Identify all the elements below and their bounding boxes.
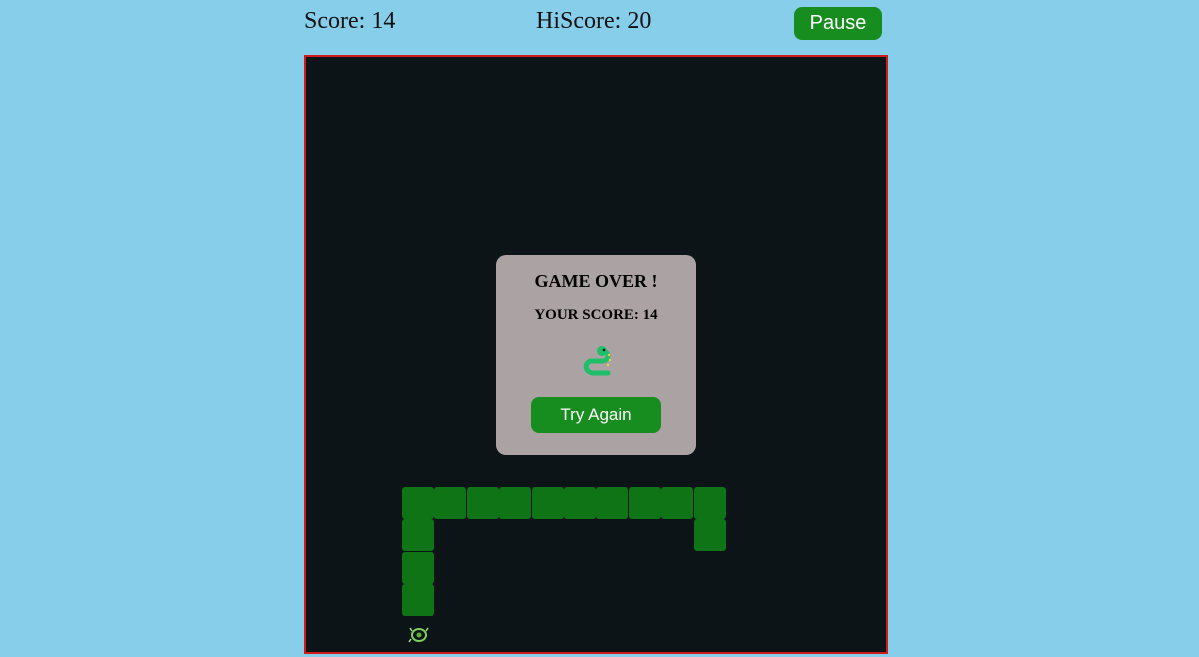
- score-label: Score: 14: [304, 8, 396, 34]
- try-again-button[interactable]: Try Again: [531, 397, 661, 433]
- snake-segment: [661, 487, 694, 519]
- snake-segment: [628, 487, 661, 519]
- snake-segment: [596, 487, 629, 519]
- snake-segment: [434, 487, 467, 519]
- game-over-dialog: GAME OVER ! YOUR SCORE: 14 Try Again: [496, 255, 696, 455]
- snake-segment: [402, 487, 434, 519]
- snake-segment: [693, 487, 726, 519]
- final-score: YOUR SCORE: 14: [534, 307, 658, 323]
- snake-segment: [564, 487, 596, 519]
- snake-segment: [402, 519, 434, 552]
- snake-icon: [583, 346, 612, 376]
- food-icon: [408, 627, 429, 643]
- game-board: GAME OVER ! YOUR SCORE: 14 Try Again: [304, 55, 888, 654]
- score-bar: Score: 14 HiScore: 20 Pause: [0, 0, 1199, 50]
- pause-button[interactable]: Pause: [794, 7, 882, 40]
- game-over-title: GAME OVER !: [534, 271, 658, 291]
- snake-segment: [402, 584, 434, 617]
- snake-segment: [402, 551, 434, 584]
- snake-segment: [499, 487, 532, 519]
- hiscore-label: HiScore: 20: [536, 8, 652, 34]
- snake-segment: [693, 519, 726, 552]
- snake-segment: [531, 487, 564, 519]
- snake-segment: [466, 487, 499, 519]
